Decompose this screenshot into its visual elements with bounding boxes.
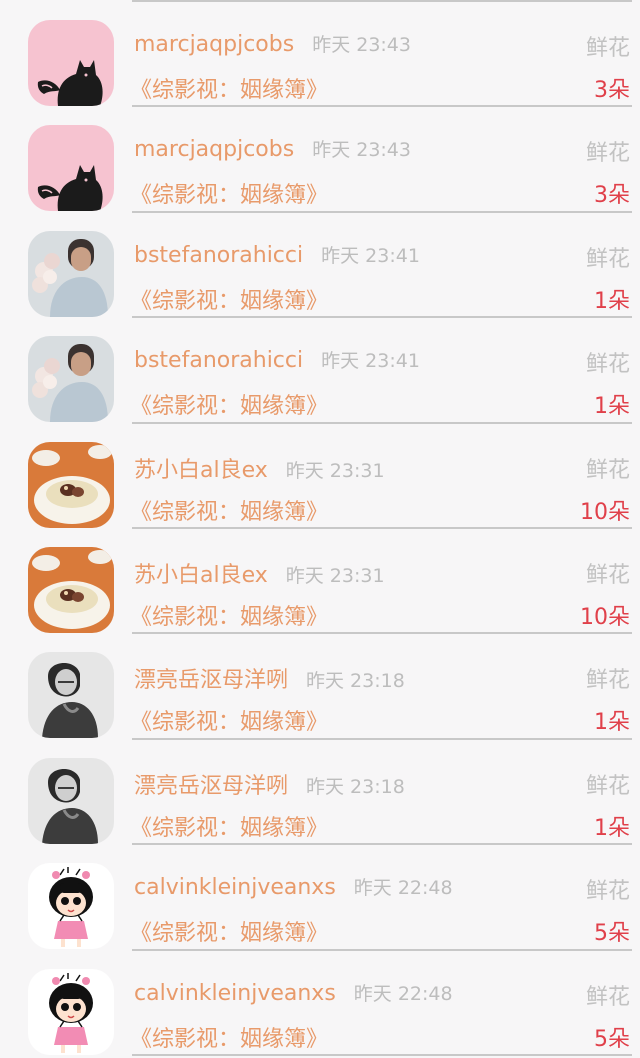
row-separator [132, 1053, 632, 1056]
username-line: marcjaqpjcobs 昨天 23:43 [134, 30, 411, 57]
gift-count: 3朵 [594, 78, 630, 103]
timestamp: 昨天 23:31 [285, 564, 385, 587]
gift-record-list: marcjaqpjcobs 昨天 23:43 鲜花 《综影视：姻缘簿》 3朵 ma… [0, 2, 640, 1056]
gift-type-label: 鲜花 [585, 36, 630, 61]
cat-silhouette-avatar-icon[interactable] [28, 125, 114, 211]
gift-type-label: 鲜花 [585, 352, 630, 378]
bw-portrait-avatar-icon[interactable] [28, 758, 114, 844]
username[interactable]: calvinkleinjveanxs [134, 981, 336, 1006]
gift-record-row[interactable]: 苏小白al良ex 昨天 23:31 鲜花 《综影视：姻缘簿》 10朵 [0, 424, 640, 529]
book-title[interactable]: 《综影视：姻缘簿》 [130, 177, 328, 209]
gift-record-row[interactable]: 漂亮岳沤母洋咧 昨天 23:18 鲜花 《综影视：姻缘簿》 1朵 [0, 740, 640, 846]
gift-type-label: 鲜花 [585, 246, 630, 272]
cartoon-girl-avatar-icon[interactable] [28, 969, 114, 1055]
timestamp: 昨天 23:41 [321, 350, 420, 373]
gift-count: 1朵 [594, 394, 630, 420]
cat-silhouette-avatar-icon[interactable] [28, 20, 114, 106]
gift-record-row[interactable]: marcjaqpjcobs 昨天 23:43 鲜花 《综影视：姻缘簿》 3朵 [0, 2, 640, 108]
gift-type-label: 鲜花 [585, 562, 630, 588]
username-line: 苏小白al良ex 昨天 23:31 [134, 557, 385, 589]
dessert-bowl-avatar-icon[interactable] [28, 442, 114, 528]
timestamp: 昨天 23:31 [285, 459, 385, 482]
gift-record-row[interactable]: bstefanorahicci 昨天 23:41 鲜花 《综影视：姻缘簿》 1朵 [0, 213, 640, 319]
gift-record-row[interactable]: 漂亮岳沤母洋咧 昨天 23:18 鲜花 《综影视：姻缘簿》 1朵 [0, 634, 640, 740]
timestamp: 昨天 22:48 [353, 877, 453, 900]
man-with-flowers-avatar-icon[interactable] [28, 231, 114, 317]
username-line: bstefanorahicci 昨天 23:41 [134, 346, 420, 373]
gift-record-row[interactable]: calvinkleinjveanxs 昨天 22:48 鲜花 《综影视：姻缘簿》 … [0, 951, 640, 1056]
book-title[interactable]: 《综影视：姻缘簿》 [130, 915, 328, 947]
gift-type-label: 鲜花 [585, 668, 630, 694]
gift-type-label: 鲜花 [585, 141, 630, 167]
username[interactable]: 漂亮岳沤母洋咧 [134, 668, 288, 693]
gift-count: 5朵 [594, 1026, 630, 1052]
man-with-flowers-avatar-icon[interactable] [28, 336, 114, 422]
bw-portrait-avatar-icon[interactable] [28, 652, 114, 738]
username[interactable]: marcjaqpjcobs [134, 137, 294, 162]
username[interactable]: bstefanorahicci [134, 243, 303, 268]
dessert-bowl-avatar-icon[interactable] [28, 547, 114, 633]
book-title[interactable]: 《综影视：姻缘簿》 [130, 810, 328, 842]
timestamp: 昨天 23:41 [321, 244, 420, 267]
gift-record-row[interactable]: calvinkleinjveanxs 昨天 22:48 鲜花 《综影视：姻缘簿》 … [0, 845, 640, 951]
gift-type-label: 鲜花 [585, 457, 630, 483]
book-title[interactable]: 《综影视：姻缘簿》 [130, 704, 328, 736]
book-title[interactable]: 《综影视：姻缘簿》 [130, 388, 328, 420]
timestamp: 昨天 23:18 [306, 670, 405, 693]
cartoon-girl-avatar-icon[interactable] [28, 863, 114, 949]
book-title[interactable]: 《综影视：姻缘簿》 [130, 283, 328, 315]
gift-count: 5朵 [594, 921, 630, 947]
username-line: bstefanorahicci 昨天 23:41 [134, 241, 420, 268]
gift-count: 1朵 [594, 710, 630, 736]
gift-record-row[interactable]: 苏小白al良ex 昨天 23:31 鲜花 《综影视：姻缘簿》 10朵 [0, 529, 640, 635]
gift-type-label: 鲜花 [585, 879, 630, 905]
username[interactable]: 苏小白al良ex [134, 563, 268, 588]
username[interactable]: 漂亮岳沤母洋咧 [134, 774, 288, 799]
username[interactable]: calvinkleinjveanxs [134, 875, 336, 900]
gift-record-row[interactable]: bstefanorahicci 昨天 23:41 鲜花 《综影视：姻缘簿》 1朵 [0, 318, 640, 424]
username[interactable]: bstefanorahicci [134, 348, 303, 373]
username-line: 漂亮岳沤母洋咧 昨天 23:18 [134, 662, 405, 694]
username[interactable]: 苏小白al良ex [134, 458, 268, 483]
timestamp: 昨天 23:43 [312, 34, 411, 56]
gift-type-label: 鲜花 [585, 984, 630, 1010]
username-line: calvinkleinjveanxs 昨天 22:48 [134, 873, 453, 900]
gift-count: 1朵 [594, 288, 630, 314]
book-title[interactable]: 《综影视：姻缘簿》 [130, 494, 328, 526]
gift-count: 3朵 [594, 183, 630, 209]
username-line: 苏小白al良ex 昨天 23:31 [134, 452, 385, 484]
username-line: calvinkleinjveanxs 昨天 22:48 [134, 979, 453, 1006]
book-title[interactable]: 《综影视：姻缘簿》 [130, 72, 328, 104]
gift-count: 10朵 [580, 499, 630, 525]
timestamp: 昨天 23:18 [306, 775, 405, 798]
timestamp: 昨天 23:43 [312, 139, 411, 162]
gift-count: 10朵 [580, 604, 630, 630]
book-title[interactable]: 《综影视：姻缘簿》 [130, 599, 328, 631]
gift-record-row[interactable]: marcjaqpjcobs 昨天 23:43 鲜花 《综影视：姻缘簿》 3朵 [0, 107, 640, 213]
username-line: marcjaqpjcobs 昨天 23:43 [134, 135, 411, 162]
timestamp: 昨天 22:48 [353, 982, 453, 1005]
gift-type-label: 鲜花 [585, 773, 630, 799]
username-line: 漂亮岳沤母洋咧 昨天 23:18 [134, 768, 405, 800]
gift-count: 1朵 [594, 815, 630, 841]
book-title[interactable]: 《综影视：姻缘簿》 [130, 1021, 328, 1053]
username[interactable]: marcjaqpjcobs [134, 32, 294, 57]
